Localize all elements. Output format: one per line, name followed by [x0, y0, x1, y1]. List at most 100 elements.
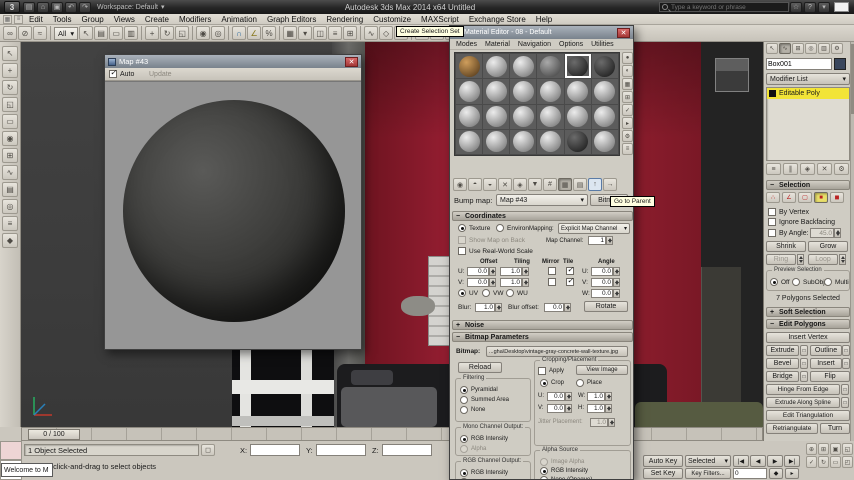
apply-checkbox[interactable]: Apply	[538, 367, 564, 375]
summed-area-radio[interactable]: Summed Area	[460, 396, 509, 404]
video-color-check-icon[interactable]: ✓	[622, 104, 633, 116]
by-angle-checkbox[interactable]: By Angle:	[768, 229, 809, 237]
background-icon[interactable]: ▦	[622, 78, 633, 90]
menubar-icon[interactable]: ▦	[3, 14, 12, 24]
material-sample-slot[interactable]	[591, 129, 618, 154]
search-input[interactable]	[671, 3, 779, 11]
modifier-stack[interactable]: Editable Poly	[766, 87, 850, 161]
crop-v-field[interactable]: 0.0	[547, 404, 565, 413]
show-map-viewport-icon[interactable]: ▦	[558, 178, 572, 191]
assign-material-icon[interactable]: ◒	[483, 178, 497, 191]
snap-toggle-icon[interactable]: ∩	[232, 26, 247, 40]
rotate-icon[interactable]: ↻	[160, 26, 175, 40]
by-angle-field[interactable]: 45.0	[810, 228, 834, 238]
material-navigator-icon[interactable]: ≡	[622, 143, 633, 155]
timeline-track[interactable]: 0 / 100	[21, 427, 763, 441]
remove-modifier-icon[interactable]: ✕	[817, 163, 832, 175]
selection-lock-icon[interactable]: ◻	[201, 444, 215, 456]
left-toolbar-icon[interactable]: ▭	[2, 114, 18, 129]
none-opaque-radio[interactable]: None (Opaque)	[540, 476, 592, 479]
menu-create[interactable]: Create	[140, 15, 174, 24]
subobj-border-icon[interactable]: ▢	[798, 192, 812, 203]
auto-key-button[interactable]: Auto Key	[643, 455, 683, 467]
uv-radio[interactable]: UV	[458, 289, 478, 297]
insert-button[interactable]: Insert	[810, 358, 842, 369]
open-file-icon[interactable]: ⌂	[37, 1, 49, 13]
coordinates-rollout-header[interactable]: − Coordinates	[452, 211, 633, 221]
menu-tools[interactable]: Tools	[48, 15, 77, 24]
backlight-icon[interactable]: ◐	[622, 65, 633, 77]
make-unique-icon[interactable]: ◈	[513, 178, 527, 191]
turn-button[interactable]: Turn	[820, 423, 850, 434]
filtering-none-radio[interactable]: None	[460, 406, 485, 414]
extrude-settings-button[interactable]: □	[800, 345, 808, 356]
go-to-start-button[interactable]: |◀	[733, 455, 749, 467]
material-sample-slot[interactable]	[483, 104, 510, 129]
crop-h-spinner[interactable]	[605, 404, 612, 413]
mono-alpha-radio[interactable]: Alpha	[460, 445, 486, 453]
tab-create-icon[interactable]: ↖	[766, 43, 778, 54]
maxscript-mini-listener-pink[interactable]	[0, 441, 22, 460]
prev-frame-button[interactable]: ◀	[750, 455, 766, 467]
menu-animation[interactable]: Animation	[216, 15, 262, 24]
material-sample-slot[interactable]	[591, 79, 618, 104]
tab-modify-icon[interactable]: ∿	[779, 43, 791, 54]
menu-views[interactable]: Views	[109, 15, 140, 24]
layers-icon[interactable]: ⊞	[343, 26, 358, 40]
vw-radio[interactable]: VW	[482, 289, 503, 297]
extrude-spline-settings-button[interactable]: □	[841, 397, 849, 408]
bridge-settings-button[interactable]: □	[800, 371, 808, 382]
v-angle-spinner[interactable]	[613, 278, 620, 287]
workspace-dropdown[interactable]: Workspace: Default ▾	[97, 3, 164, 12]
select-by-name-icon[interactable]: ▤	[94, 26, 109, 40]
comm-center-icon[interactable]: ▾	[818, 1, 830, 13]
get-material-icon[interactable]: ◉	[453, 178, 467, 191]
favorites-icon[interactable]: ☆	[790, 1, 802, 13]
w-angle-spinner[interactable]	[613, 289, 620, 298]
u-tile-checkbox[interactable]	[566, 265, 574, 275]
left-toolbar-icon[interactable]: ↻	[2, 80, 18, 95]
zoom-extents-icon[interactable]: ▣	[830, 443, 841, 455]
zoom-viewport-icon[interactable]: ⊕	[806, 443, 817, 455]
unlink-icon[interactable]: ⊘	[18, 26, 32, 40]
maximize-viewport-icon[interactable]: ▭	[830, 456, 841, 468]
align-icon[interactable]: ≡	[328, 26, 343, 40]
blur-field[interactable]: 1.0	[475, 303, 495, 312]
mono-rgb-intensity-radio[interactable]: RGB Intensity	[460, 435, 508, 443]
rgb-intensity-radio[interactable]: RGB Intensity	[460, 469, 508, 477]
hinge-settings-button[interactable]: □	[841, 384, 849, 395]
selection-rollout-header[interactable]: − Selection	[766, 180, 850, 190]
material-sample-slot[interactable]	[537, 54, 564, 79]
crop-w-spinner[interactable]	[605, 392, 612, 401]
pin-stack-icon[interactable]: ≡	[766, 163, 781, 175]
map-channel-field[interactable]: 1	[588, 236, 606, 245]
zoom-all-icon[interactable]: ⊞	[818, 443, 829, 455]
material-sample-slot[interactable]	[456, 79, 483, 104]
app-logo-icon[interactable]: 3	[4, 1, 20, 13]
new-scene-icon[interactable]: ▤	[23, 1, 35, 13]
next-frame-button[interactable]: ▸	[785, 468, 799, 479]
pyramidal-radio[interactable]: Pyramidal	[460, 386, 498, 394]
extrude-along-spline-button[interactable]: Extrude Along Spline	[766, 397, 840, 408]
insert-settings-button[interactable]: □	[842, 358, 850, 369]
bevel-settings-button[interactable]: □	[800, 358, 808, 369]
select-object-icon[interactable]: ↖	[79, 26, 94, 40]
material-sample-slot[interactable]	[537, 79, 564, 104]
orbit-icon[interactable]: ↻	[818, 456, 829, 468]
search-box[interactable]	[659, 2, 789, 12]
material-sample-slot[interactable]	[483, 79, 510, 104]
loop-spinner[interactable]	[839, 254, 846, 265]
sample-type-icon[interactable]: ●	[622, 52, 633, 64]
show-end-result-icon[interactable]: ▤	[573, 178, 587, 191]
object-name-field[interactable]	[766, 58, 832, 70]
put-to-scene-icon[interactable]: ◓	[468, 178, 482, 191]
material-id-icon[interactable]: #	[543, 178, 557, 191]
help-icon[interactable]: ?	[804, 1, 816, 13]
material-editor-titlebar[interactable]: Material Editor - 08 - Default ✕	[450, 26, 633, 39]
use-pivot-icon[interactable]: ◎	[211, 26, 226, 40]
texture-radio[interactable]: Texture	[458, 224, 490, 232]
material-sample-slot[interactable]	[564, 79, 591, 104]
me-menu-navigation[interactable]: Navigation	[514, 41, 555, 48]
mapping-dropdown[interactable]: Explicit Map Channel ▾	[558, 223, 630, 234]
scale-icon[interactable]: ◱	[175, 26, 190, 40]
